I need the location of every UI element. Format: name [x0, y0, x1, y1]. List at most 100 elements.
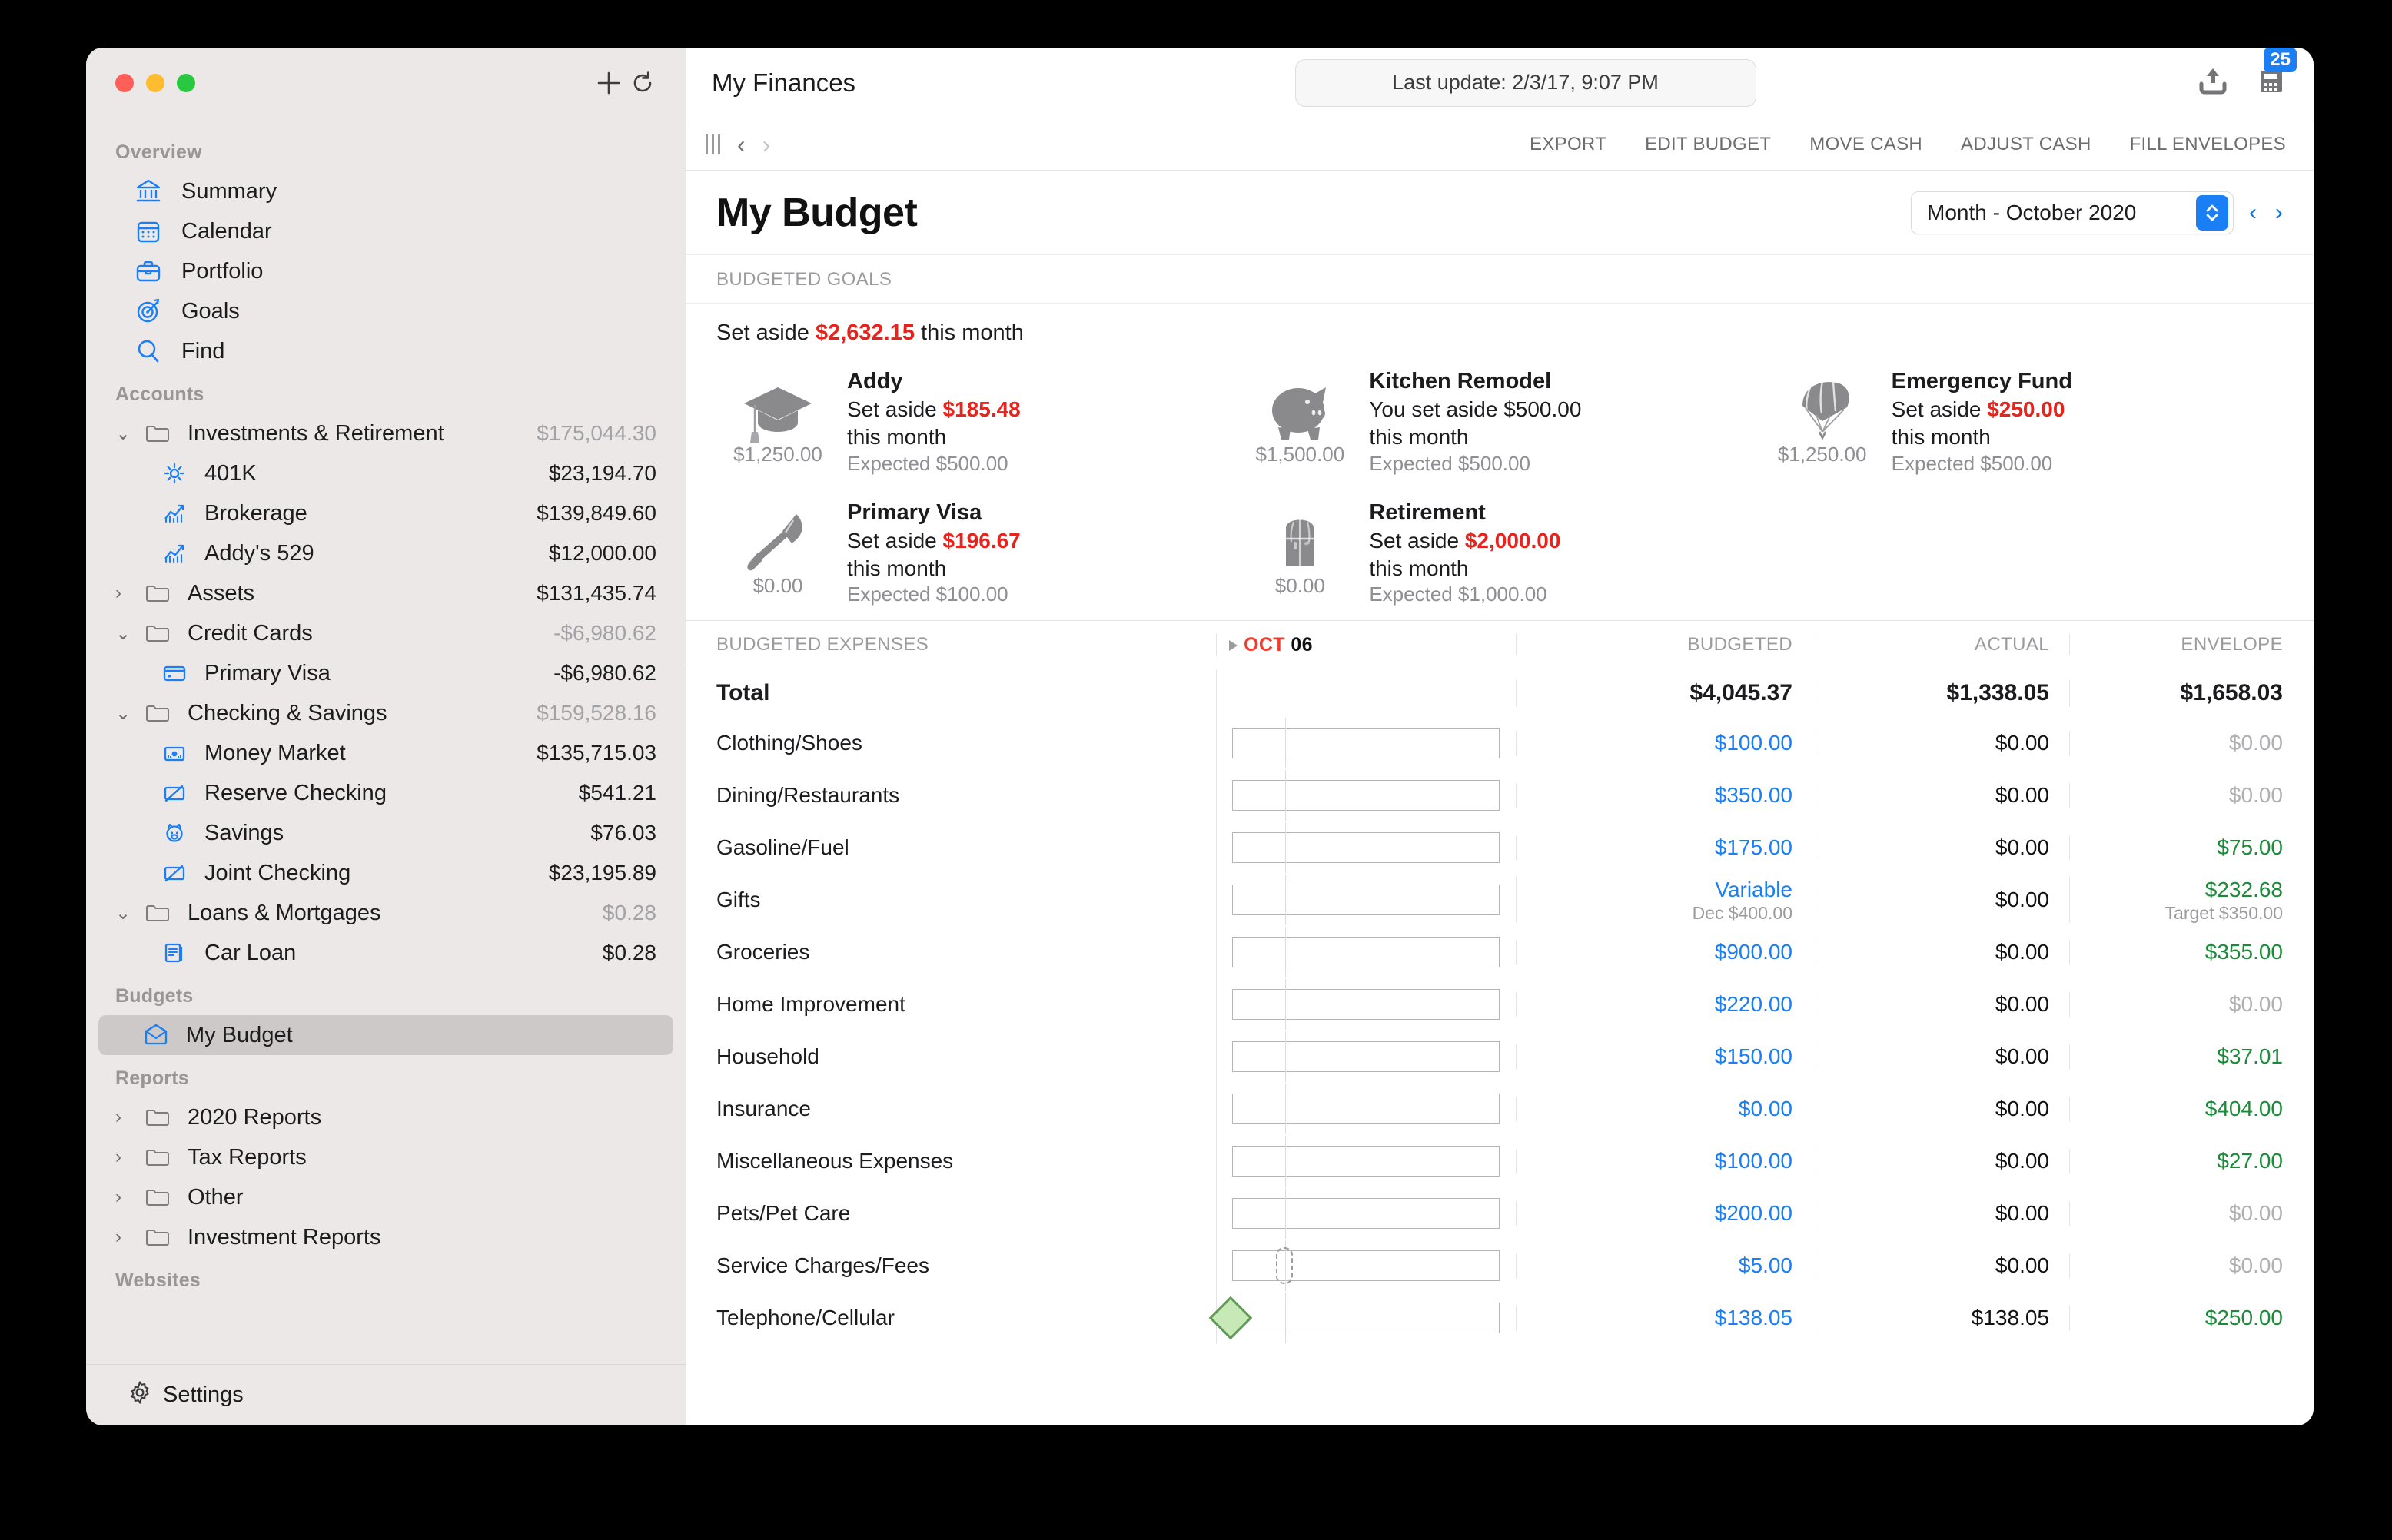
row-bar-cell[interactable] [1216, 1135, 1516, 1188]
progress-bar-box[interactable] [1232, 718, 1500, 769]
chevron-up-down-icon[interactable] [2196, 194, 2228, 231]
progress-bar-box[interactable] [1232, 822, 1500, 874]
progress-bar-box[interactable] [1232, 1136, 1500, 1187]
next-period-button[interactable]: › [2272, 201, 2286, 224]
chevron-right-icon[interactable]: › [115, 1107, 138, 1128]
progress-bar-box[interactable] [1232, 927, 1500, 978]
fill-envelopes-button[interactable]: FILL ENVELOPES [2130, 134, 2286, 155]
row-bar-cell[interactable] [1208, 1292, 1516, 1345]
upload-icon[interactable] [2195, 63, 2231, 102]
minimize-window-button[interactable] [146, 74, 164, 92]
row-bar-cell[interactable] [1216, 874, 1516, 927]
sidebar-item-money-market[interactable]: Money Market $135,715.03 [98, 733, 673, 773]
sidebar-toggle-icon[interactable] [706, 134, 720, 154]
sidebar-item-my-budget[interactable]: My Budget [98, 1015, 673, 1055]
expenses-table-body[interactable]: Total $4,045.37 $1,338.05 $1,658.03 Clot… [686, 669, 2314, 1425]
row-budgeted[interactable]: $100.00 [1516, 1149, 1816, 1174]
refresh-icon[interactable] [626, 66, 659, 100]
sidebar-scroll[interactable]: Overview Summary Calendar Portfolio Goal… [86, 118, 686, 1364]
chevron-down-icon[interactable]: ⌄ [115, 423, 138, 445]
sidebar-group-credit-cards[interactable]: ⌄ Credit Cards -$6,980.62 [98, 613, 673, 653]
progress-bar-box[interactable] [1208, 1293, 1500, 1344]
sidebar-item-addys-529[interactable]: Addy's 529 $12,000.00 [98, 533, 673, 573]
row-bar-cell[interactable] [1216, 1240, 1516, 1293]
sidebar-item-other[interactable]: › Other [98, 1177, 673, 1217]
sidebar-item-goals[interactable]: Goals [98, 291, 673, 331]
sidebar-item-401k[interactable]: 401K $23,194.70 [98, 453, 673, 493]
progress-bar-box[interactable] [1232, 979, 1500, 1031]
row-bar-cell[interactable] [1216, 978, 1516, 1031]
settings-button[interactable]: Settings [86, 1364, 686, 1425]
row-budgeted[interactable]: $900.00 [1516, 940, 1816, 965]
close-window-button[interactable] [115, 74, 134, 92]
row-bar-cell[interactable] [1216, 1187, 1516, 1240]
progress-bar-box[interactable] [1232, 875, 1500, 926]
back-button[interactable]: ‹ [737, 132, 746, 157]
table-row[interactable]: Clothing/Shoes $100.00 $0.00 $0.00 [686, 717, 2314, 770]
table-row[interactable]: Miscellaneous Expenses $100.00 $0.00 $27… [686, 1135, 2314, 1188]
edit-budget-button[interactable]: EDIT BUDGET [1645, 134, 1771, 155]
previous-period-button[interactable]: ‹ [2246, 201, 2260, 224]
column-header-actual[interactable]: ACTUAL [1816, 634, 2069, 656]
sidebar-group-assets[interactable]: › Assets $131,435.74 [98, 573, 673, 613]
add-account-button[interactable] [592, 66, 626, 100]
chevron-right-icon[interactable]: › [115, 1147, 138, 1168]
row-budgeted[interactable]: $150.00 [1516, 1044, 1816, 1070]
progress-bar-box[interactable] [1232, 770, 1500, 821]
sidebar-item-summary[interactable]: Summary [98, 171, 673, 211]
sidebar-item-tax-reports[interactable]: › Tax Reports [98, 1137, 673, 1177]
row-bar-cell[interactable] [1216, 769, 1516, 822]
table-row[interactable]: Telephone/Cellular $138.05 $138.05 $250.… [686, 1292, 2314, 1345]
sidebar-group-loans-mortgages[interactable]: ⌄ Loans & Mortgages $0.28 [98, 893, 673, 933]
column-header-budgeted[interactable]: BUDGETED [1516, 634, 1816, 656]
row-bar-cell[interactable] [1216, 821, 1516, 875]
goal-card[interactable]: $1,250.00 Emergency Fund Set aside $250.… [1761, 360, 2283, 482]
table-row[interactable]: Home Improvement $220.00 $0.00 $0.00 [686, 978, 2314, 1031]
period-select[interactable]: Month - October 2020 [1911, 191, 2234, 234]
sidebar-item-2020-reports[interactable]: › 2020 Reports [98, 1097, 673, 1137]
export-button[interactable]: EXPORT [1530, 134, 1606, 155]
envelope-marker-icon[interactable] [1208, 1296, 1253, 1340]
table-row[interactable]: Insurance $0.00 $0.00 $404.00 [686, 1083, 2314, 1136]
sidebar-item-joint-checking[interactable]: Joint Checking $23,195.89 [98, 853, 673, 893]
progress-bar-box[interactable] [1232, 1188, 1500, 1240]
chevron-right-icon[interactable]: › [115, 1187, 138, 1208]
sidebar-group-investments-retirement[interactable]: ⌄ Investments & Retirement $175,044.30 [98, 413, 673, 453]
sidebar-item-savings[interactable]: Savings $76.03 [98, 813, 673, 853]
move-cash-button[interactable]: MOVE CASH [1809, 134, 1922, 155]
table-row[interactable]: Dining/Restaurants $350.00 $0.00 $0.00 [686, 769, 2314, 822]
envelope-marker-placeholder-icon[interactable] [1276, 1247, 1293, 1285]
zoom-window-button[interactable] [177, 74, 195, 92]
row-bar-cell[interactable] [1216, 1031, 1516, 1084]
progress-bar-box[interactable] [1232, 1031, 1500, 1083]
goal-card[interactable]: $1,500.00 Kitchen Remodel You set aside … [1238, 360, 1760, 482]
sidebar-item-car-loan[interactable]: Car Loan $0.28 [98, 933, 673, 973]
chevron-down-icon[interactable]: ⌄ [115, 622, 138, 645]
chevron-right-icon[interactable]: › [115, 1226, 138, 1248]
goal-card[interactable]: $0.00 Primary Visa Set aside $196.67 thi… [716, 491, 1238, 613]
sidebar-item-calendar[interactable]: Calendar [98, 211, 673, 251]
row-budgeted[interactable]: $5.00 [1516, 1253, 1816, 1279]
sidebar-item-reserve-checking[interactable]: Reserve Checking $541.21 [98, 773, 673, 813]
row-bar-cell[interactable] [1216, 926, 1516, 979]
row-budgeted[interactable]: $350.00 [1516, 783, 1816, 808]
forward-button[interactable]: › [762, 132, 771, 157]
row-bar-cell[interactable] [1216, 1083, 1516, 1136]
table-row[interactable]: Gifts Variable Dec $400.00 $0.00 $232.68… [686, 874, 2314, 927]
progress-bar-box[interactable] [1232, 1240, 1500, 1292]
row-budgeted[interactable]: $175.00 [1516, 835, 1816, 861]
column-header-envelope[interactable]: ENVELOPE [2069, 634, 2314, 656]
sidebar-group-checking-savings[interactable]: ⌄ Checking & Savings $159,528.16 [98, 693, 673, 733]
row-budgeted[interactable]: $200.00 [1516, 1201, 1816, 1226]
sidebar-item-brokerage[interactable]: Brokerage $139,849.60 [98, 493, 673, 533]
row-budgeted[interactable]: $0.00 [1516, 1097, 1816, 1122]
sidebar-item-investment-reports[interactable]: › Investment Reports [98, 1217, 673, 1257]
table-row[interactable]: Service Charges/Fees $5.00 $0.00 $0.00 [686, 1240, 2314, 1293]
sidebar-item-primary-visa[interactable]: Primary Visa -$6,980.62 [98, 653, 673, 693]
chevron-down-icon[interactable]: ⌄ [115, 702, 138, 725]
row-budgeted[interactable]: $100.00 [1516, 731, 1816, 756]
table-row[interactable]: Groceries $900.00 $0.00 $355.00 [686, 926, 2314, 979]
goal-card[interactable]: $0.00 Retirement Set aside $2,000.00 thi… [1238, 491, 1760, 613]
row-bar-cell[interactable] [1216, 717, 1516, 770]
register-button[interactable]: 25 [2254, 48, 2297, 102]
